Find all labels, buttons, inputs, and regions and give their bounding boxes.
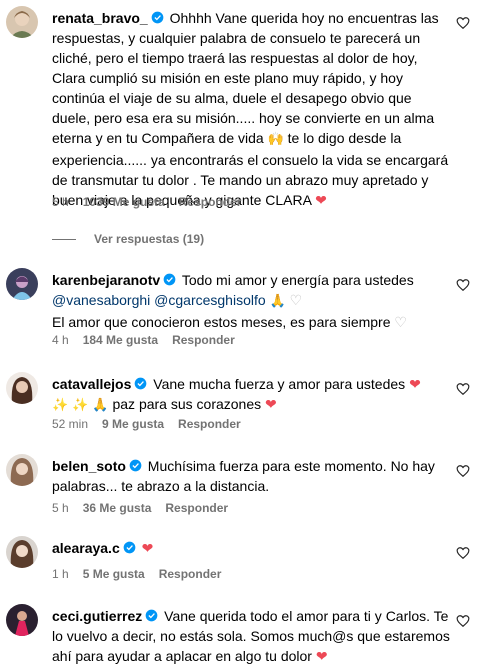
reply-button[interactable]: Responder bbox=[172, 333, 235, 347]
heart-outline-icon[interactable] bbox=[456, 546, 470, 560]
praying-hands-emoji: 🙏 bbox=[269, 294, 286, 309]
comments-list: renata_bravo_ Ohhhh Vane querida hoy no … bbox=[0, 0, 480, 664]
reply-button[interactable]: Responder bbox=[165, 501, 228, 515]
username[interactable]: renata_bravo_ bbox=[52, 10, 148, 26]
comment-body: catavallejos Vane mucha fuerza y amor pa… bbox=[52, 374, 452, 416]
timestamp[interactable]: 52 min bbox=[52, 417, 88, 431]
verified-badge-icon bbox=[151, 11, 164, 24]
avatar[interactable] bbox=[6, 6, 38, 38]
username[interactable]: alearaya.c bbox=[52, 540, 120, 556]
avatar[interactable] bbox=[6, 536, 38, 568]
avatar[interactable] bbox=[6, 372, 38, 404]
comment-text-continued: El amor que conocieron estos meses, es p… bbox=[52, 314, 391, 330]
timestamp[interactable]: 1 h bbox=[52, 567, 69, 581]
heart-red-icon: ❤ bbox=[409, 376, 421, 392]
username[interactable]: catavallejos bbox=[52, 376, 131, 392]
reply-button[interactable]: Responder bbox=[159, 567, 222, 581]
likes-count[interactable]: 9 Me gusta bbox=[102, 417, 164, 431]
timestamp[interactable]: 5 h bbox=[52, 501, 69, 515]
verified-badge-icon bbox=[123, 541, 136, 554]
timestamp[interactable]: 5 h bbox=[52, 195, 69, 209]
comment-meta: 52 min 9 Me gusta Responder bbox=[52, 416, 255, 432]
heart-outline-icon[interactable] bbox=[456, 464, 470, 478]
verified-badge-icon bbox=[163, 273, 176, 286]
comment-body: renata_bravo_ Ohhhh Vane querida hoy no … bbox=[52, 8, 452, 210]
praying-hands-emoji: 🙏 bbox=[92, 398, 109, 413]
comment-meta: 1 h 5 Me gusta Responder bbox=[52, 566, 235, 582]
reply-button[interactable]: Responder bbox=[179, 195, 242, 209]
heart-outline-icon[interactable] bbox=[456, 382, 470, 396]
comment-text: Todo mi amor y energía para ustedes bbox=[181, 272, 414, 288]
divider-line bbox=[52, 238, 76, 240]
likes-count[interactable]: 184 Me gusta bbox=[83, 333, 158, 347]
heart-red-icon: ❤ bbox=[141, 540, 154, 556]
mentions[interactable]: @vanesaborghi @cgarcesghisolfo bbox=[52, 292, 266, 308]
verified-badge-icon bbox=[129, 459, 142, 472]
white-heart-icon: ♡ bbox=[289, 292, 303, 308]
username[interactable]: karenbejaranotv bbox=[52, 272, 160, 288]
username[interactable]: belen_soto bbox=[52, 458, 126, 474]
username[interactable]: ceci.gutierrez bbox=[52, 608, 142, 624]
likes-count[interactable]: 5 Me gusta bbox=[83, 567, 145, 581]
reply-button[interactable]: Responder bbox=[178, 417, 241, 431]
comment-meta: 5 h 36 Me gusta Responder bbox=[52, 500, 242, 516]
heart-outline-icon[interactable] bbox=[456, 614, 470, 628]
comment-body: karenbejaranotv Todo mi amor y energía p… bbox=[52, 270, 452, 332]
comment-text: Vane mucha fuerza y amor para ustedes bbox=[153, 376, 406, 392]
verified-badge-icon bbox=[135, 377, 147, 390]
verified-badge-icon bbox=[145, 609, 158, 622]
praying-hands-emoji: 🙌 bbox=[267, 132, 284, 147]
view-replies-button[interactable]: Ver respuestas (19) bbox=[52, 232, 204, 246]
comment-body: alearaya.c ❤ bbox=[52, 538, 452, 558]
avatar[interactable] bbox=[6, 268, 38, 300]
white-heart-icon: ♡ bbox=[394, 314, 407, 330]
avatar[interactable] bbox=[6, 454, 38, 486]
heart-outline-icon[interactable] bbox=[456, 278, 470, 292]
avatar[interactable] bbox=[6, 604, 38, 636]
heart-outline-icon[interactable] bbox=[456, 16, 470, 30]
comment-meta: 4 h 184 Me gusta Responder bbox=[52, 332, 249, 348]
likes-count[interactable]: 36 Me gusta bbox=[83, 501, 152, 515]
comment-body: belen_soto Muchísima fuerza para este mo… bbox=[52, 456, 452, 496]
likes-count[interactable]: 1039 Me gusta bbox=[83, 195, 165, 209]
heart-red-icon: ❤ bbox=[315, 192, 327, 208]
comment-text: Ohhhh Vane querida hoy no encuentras las… bbox=[52, 10, 439, 146]
comment-meta: 5 h 1039 Me gusta Responder bbox=[52, 194, 255, 210]
heart-red-icon: ❤ bbox=[265, 396, 277, 412]
timestamp[interactable]: 4 h bbox=[52, 333, 69, 347]
comment-body: ceci.gutierrez Vane querida todo el amor… bbox=[52, 606, 452, 664]
heart-red-icon: ❤ bbox=[315, 648, 328, 664]
sparkles-emoji: ✨ ✨ bbox=[52, 398, 89, 413]
comment-text-continued: paz para sus corazones bbox=[112, 396, 262, 412]
